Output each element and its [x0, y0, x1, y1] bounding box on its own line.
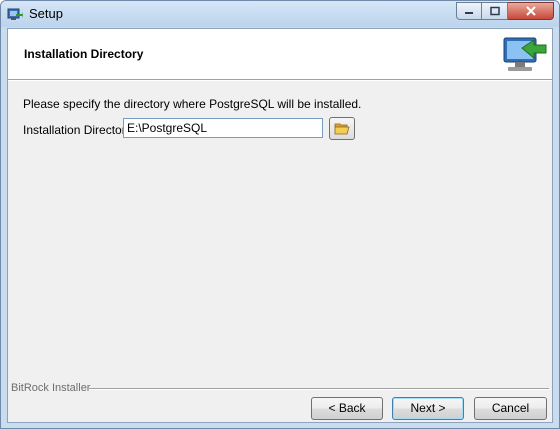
header-divider [8, 80, 552, 81]
maximize-button[interactable] [482, 2, 508, 20]
close-button[interactable] [508, 2, 554, 20]
installer-brand: BitRock Installer [11, 382, 91, 394]
maximize-icon [489, 6, 500, 16]
next-button[interactable]: Next > [392, 397, 464, 420]
back-button[interactable]: < Back [311, 397, 383, 420]
page-title: Installation Directory [24, 47, 144, 61]
setup-window: Setup Installation Directory Please spec… [0, 0, 560, 429]
minimize-icon [465, 12, 473, 14]
folder-open-icon [334, 123, 350, 135]
dialog-body: Installation Directory Please specify th… [7, 28, 553, 423]
window-title: Setup [29, 6, 63, 21]
title-bar[interactable]: Setup [1, 1, 559, 27]
footer-divider [89, 388, 549, 390]
dialog-header: Installation Directory [8, 29, 552, 80]
install-dir-label: Installation Directory [23, 123, 132, 137]
cancel-button[interactable]: Cancel [474, 397, 547, 420]
instruction-text: Please specify the directory where Postg… [23, 97, 362, 111]
setup-app-icon [7, 8, 23, 20]
minimize-button[interactable] [456, 2, 482, 20]
browse-button[interactable] [329, 117, 355, 140]
close-icon [525, 6, 536, 16]
install-dir-input[interactable] [123, 118, 323, 138]
installer-computer-arrow-icon [503, 37, 547, 71]
